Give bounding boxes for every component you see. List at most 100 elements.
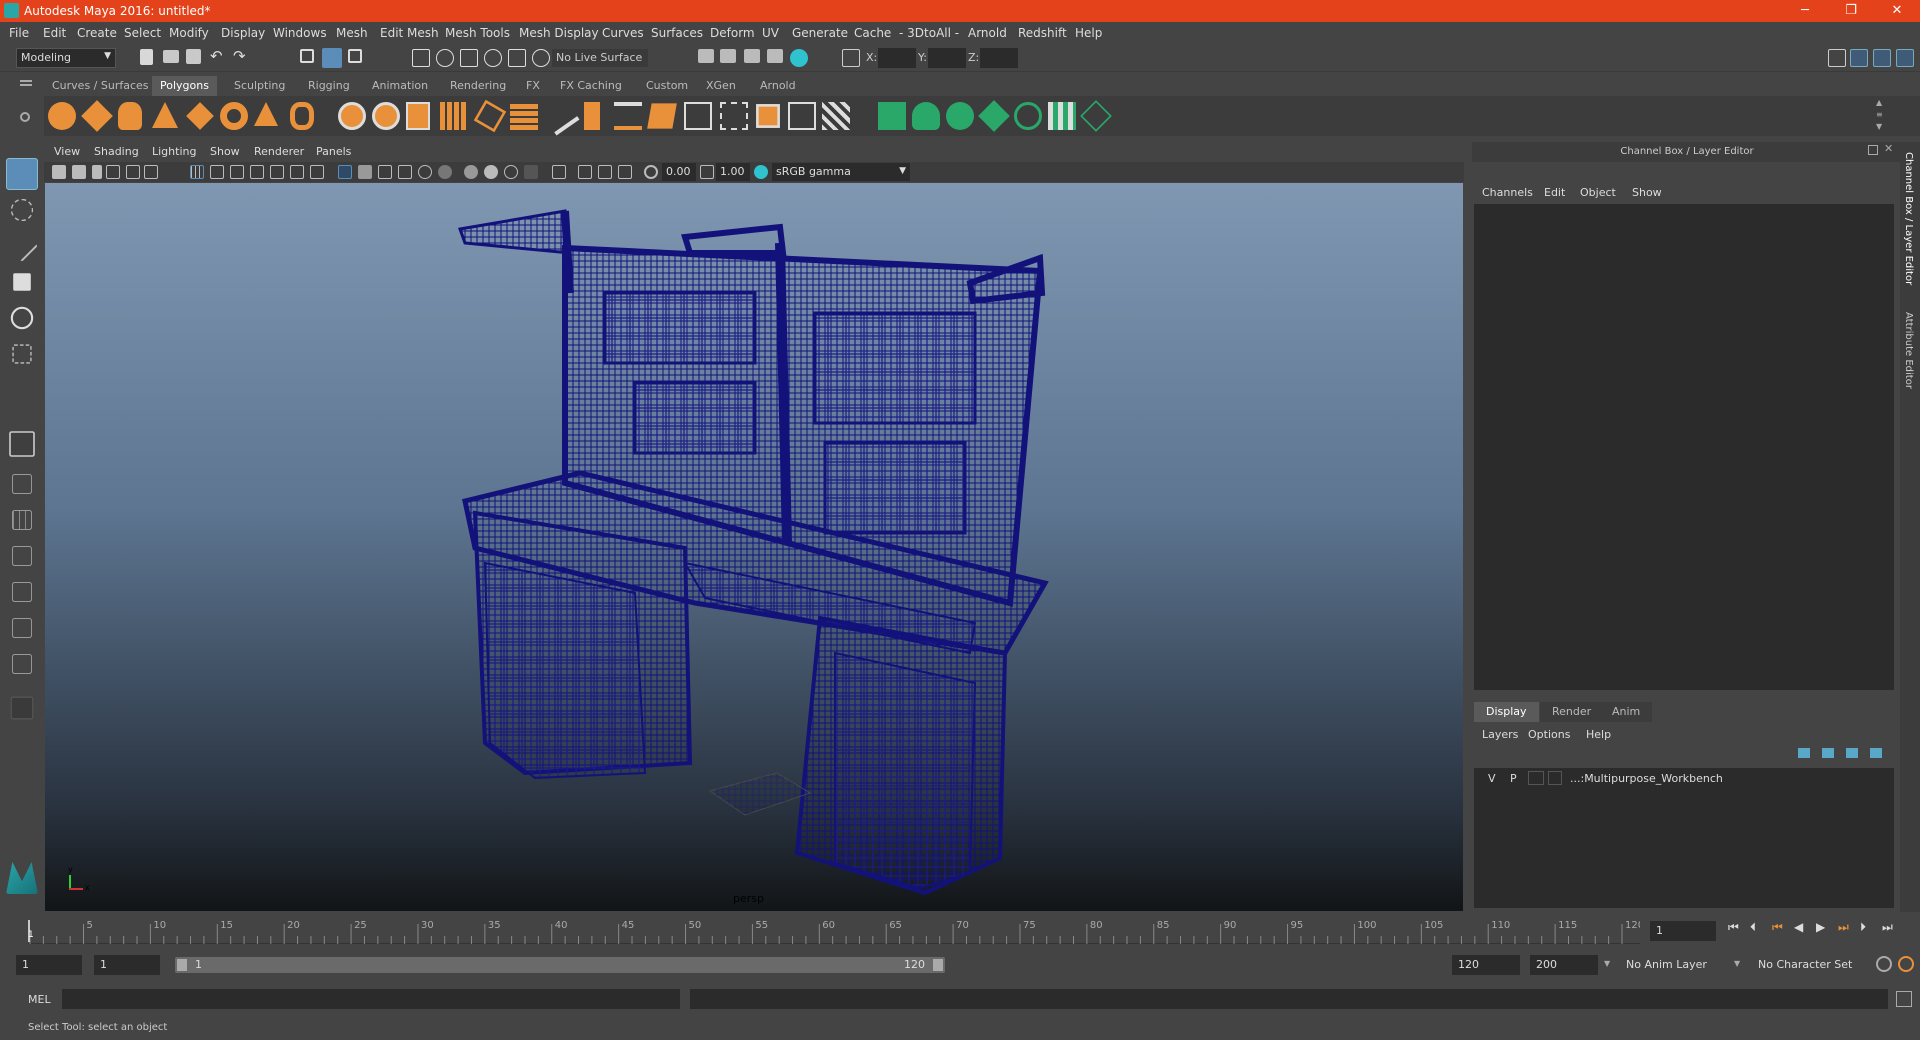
step-forward-frame-icon[interactable]: ⏵ [1860,920,1866,935]
go-to-end-icon[interactable]: ⏭ [1882,920,1893,935]
menu-redshift[interactable]: Redshift [1018,26,1067,40]
poly-cone-icon[interactable] [152,102,178,128]
y-field[interactable] [928,48,966,68]
playback-end-field[interactable]: 120 [1452,955,1520,975]
live-surface-field[interactable]: No Live Surface [552,49,648,67]
sidebar-toggle-3-icon[interactable] [1873,49,1891,67]
sidebar-toggle-4-icon[interactable] [1896,49,1914,67]
step-back-frame-icon[interactable]: ⏴ [1750,920,1756,935]
menu-mesh-display[interactable]: Mesh Display [519,26,599,40]
color-management-icon[interactable] [754,165,768,179]
snap-point-icon[interactable] [460,49,478,67]
gamma-icon[interactable] [700,165,714,179]
viewport-menu-shading[interactable]: Shading [94,145,139,158]
bevel-icon[interactable] [614,102,642,130]
planar-uv-icon[interactable] [878,102,906,130]
menu-select[interactable]: Select [124,26,161,40]
menu-generate[interactable]: Generate [792,26,848,40]
x-field[interactable] [878,48,916,68]
current-frame-field[interactable]: 1 [1650,921,1716,941]
minimize-button[interactable]: ─ [1782,0,1828,22]
menu-modify[interactable]: Modify [169,26,209,40]
snap-live-icon[interactable] [532,49,550,67]
toolbox-collapse-icon[interactable] [10,696,34,720]
persp-outliner-layout-icon[interactable] [12,546,32,566]
shelf-tab-rendering[interactable]: Rendering [442,76,514,96]
new-scene-icon[interactable] [140,49,153,65]
append-icon[interactable] [647,103,677,129]
snap-grid-icon[interactable] [412,49,430,67]
resolution-gate-icon[interactable] [230,165,244,179]
four-view-layout-icon[interactable] [12,510,32,530]
mirror-icon[interactable] [510,102,538,130]
paint-select-icon[interactable] [6,230,38,262]
options-menu[interactable]: Options [1528,728,1570,741]
two-d-pan-icon[interactable] [126,165,140,179]
menu-cache[interactable]: Cache [854,26,891,40]
shelf-menu-dropdown-icon[interactable]: ≡ [1876,110,1883,119]
step-forward-key-icon[interactable]: ⏭ [1838,920,1849,935]
select-component-icon[interactable] [348,49,362,63]
menu-3dtoall[interactable]: - 3DtoAll - [899,26,959,40]
play-backwards-icon[interactable]: ◀ [1794,920,1803,934]
hypershade-icon[interactable] [790,49,808,67]
help-menu[interactable]: Help [1586,728,1611,741]
shelf-tab-curves-surfaces[interactable]: Curves / Surfaces [44,76,157,96]
film-gate-icon[interactable] [210,165,224,179]
safe-action-icon[interactable] [290,165,304,179]
exposure-icon[interactable] [644,165,658,179]
menu-curves[interactable]: Curves [602,26,644,40]
shelf-tab-sculpting[interactable]: Sculpting [226,76,293,96]
outliner-layout-icon[interactable] [12,618,32,638]
rotate-tool-icon[interactable] [10,306,34,330]
exposure-field[interactable]: 0.00 [662,163,696,181]
open-scene-icon[interactable] [163,50,179,63]
viewport-menu-lighting[interactable]: Lighting [152,145,196,158]
channel-box-float-icon[interactable] [1868,145,1878,155]
select-hierarchy-icon[interactable] [300,49,314,63]
render-frame-icon[interactable] [720,49,736,63]
ipr-render-icon[interactable] [744,49,760,63]
view-transform-dropdown[interactable]: sRGB gamma ▼ [772,163,910,181]
sidebar-toggle-1-icon[interactable] [1828,49,1846,67]
menu-display[interactable]: Display [221,26,265,40]
shelf-settings-icon[interactable] [20,112,30,122]
persp-graph-layout-icon[interactable] [12,582,32,602]
viewport-menu-renderer[interactable]: Renderer [254,145,304,158]
anim-layer-dropdown[interactable]: No Anim Layer [1620,955,1738,975]
channel-box-close-icon[interactable]: ✕ [1884,142,1893,155]
bridge-icon[interactable] [540,96,580,136]
poly-sphere-icon[interactable] [48,102,76,130]
xray-icon[interactable] [578,165,592,179]
redo-icon[interactable]: ↷ [233,47,246,65]
mode-dropdown[interactable]: Modeling ▼ [16,48,116,68]
range-slider[interactable]: 1 120 [175,957,945,973]
workbench-wireframe-model[interactable] [45,183,1463,911]
multi-cut-icon[interactable] [684,102,712,130]
xray-joints-icon[interactable] [618,165,632,179]
shadows-icon[interactable] [438,165,452,179]
extract-icon[interactable] [406,102,430,130]
gate-mask-icon[interactable] [250,165,264,179]
gamma-field[interactable]: 1.00 [716,163,750,181]
shelf-tab-fx-caching[interactable]: FX Caching [552,76,630,96]
tab-render[interactable]: Render [1540,702,1604,722]
motion-blur-icon[interactable] [484,165,498,179]
range-slider-start-handle[interactable] [177,959,187,971]
show-menu[interactable]: Show [1632,186,1662,199]
render-settings-icon[interactable] [698,49,714,63]
shelf-menu-icon[interactable] [20,80,32,86]
grid-icon[interactable] [190,165,204,179]
perspective-viewport[interactable]: y x [45,183,1463,911]
wireframe-shading-icon[interactable] [338,165,352,179]
snap-surface-icon[interactable] [508,49,526,67]
anti-aliasing-icon[interactable] [504,165,518,179]
textured-icon[interactable] [398,165,412,179]
restore-button[interactable]: ❐ [1828,0,1874,22]
move-layer-up-icon[interactable] [1798,748,1810,758]
side-tab-channel-box[interactable]: Channel Box / Layer Editor [1903,152,1914,285]
auto-key-icon[interactable] [1876,956,1892,972]
move-tool-icon[interactable] [13,273,31,291]
layer-name[interactable]: ...:Multipurpose_Workbench [1570,772,1723,785]
z-field[interactable] [980,48,1018,68]
